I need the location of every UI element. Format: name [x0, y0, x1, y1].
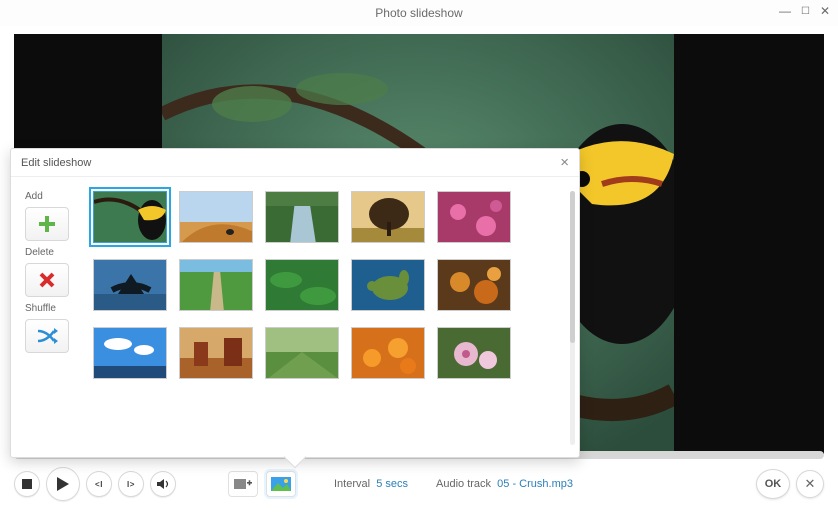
thumbnail-image: [94, 192, 167, 243]
thumbnail-grid: [93, 191, 575, 379]
add-media-button[interactable]: [228, 471, 258, 497]
next-button[interactable]: I>: [118, 471, 144, 497]
maximize-button[interactable]: ☐: [801, 5, 810, 19]
cancel-button[interactable]: ✕: [796, 470, 824, 498]
thumbnail-grid-wrap: [89, 177, 579, 457]
popover-header: Edit slideshow ×: [11, 149, 579, 177]
add-media-icon: [234, 477, 252, 491]
audio-label: Audio track: [436, 478, 491, 490]
interval-info: Interval 5 secs: [334, 478, 408, 490]
stop-button[interactable]: [14, 471, 40, 497]
delete-button[interactable]: [25, 263, 69, 297]
popover-title: Edit slideshow: [21, 157, 91, 169]
window-controls: — ☐ ✕: [779, 4, 830, 18]
thumbnail-green-path[interactable]: [179, 259, 253, 311]
thumbnail-forest-stream[interactable]: [265, 191, 339, 243]
thumbnail-image: [180, 328, 253, 379]
popover-sidebar: Add Delete Shuffle: [11, 177, 89, 457]
bottom-bar: <I I> Interval 5 secs Audio track 05 - C…: [14, 463, 824, 505]
minimize-button[interactable]: —: [779, 4, 791, 18]
thumbnail-lone-tree[interactable]: [351, 191, 425, 243]
thumbnail-image: [180, 192, 253, 243]
thumbnail-sea-turtle[interactable]: [351, 259, 425, 311]
prev-icon: <I: [95, 480, 103, 489]
popover-body: Add Delete Shuffle: [11, 177, 579, 457]
thumbnail-jungle-leaves[interactable]: [265, 259, 339, 311]
thumbnail-monument-valley[interactable]: [179, 327, 253, 379]
thumbnail-scrollbar[interactable]: [570, 191, 575, 445]
thumbnail-image: [352, 192, 425, 243]
volume-icon: [157, 479, 169, 489]
thumbnail-whale-tail[interactable]: [93, 259, 167, 311]
plus-icon: [38, 215, 56, 233]
edit-slideshow-popover: Edit slideshow × Add Delete Shuffle: [10, 148, 580, 458]
stop-icon: [22, 479, 32, 489]
thumbnail-image: [438, 328, 511, 379]
thumbnail-blossom-closeup[interactable]: [437, 327, 511, 379]
thumbnail-image: [266, 328, 339, 379]
thumbnail-green-field[interactable]: [265, 327, 339, 379]
photo-icon: [271, 477, 291, 491]
thumbnail-image: [438, 192, 511, 243]
edit-slideshow-button[interactable]: [266, 471, 296, 497]
audio-value[interactable]: 05 - Crush.mp3: [497, 478, 573, 490]
thumbnail-image: [352, 328, 425, 379]
popover-close-button[interactable]: ×: [560, 156, 569, 170]
thumbnail-desert-dune[interactable]: [179, 191, 253, 243]
thumbnail-image: [266, 260, 339, 311]
window-title: Photo slideshow: [375, 6, 462, 20]
interval-label: Interval: [334, 478, 370, 490]
thumbnail-autumn-leaves[interactable]: [437, 259, 511, 311]
scrollbar-handle[interactable]: [570, 191, 575, 343]
add-label: Add: [25, 191, 79, 202]
thumbnail-blue-sky[interactable]: [93, 327, 167, 379]
next-icon: I>: [127, 480, 135, 489]
thumbnail-pink-flowers[interactable]: [437, 191, 511, 243]
delete-label: Delete: [25, 247, 79, 258]
delete-icon: [39, 272, 55, 288]
play-button[interactable]: [46, 467, 80, 501]
close-window-button[interactable]: ✕: [820, 4, 830, 18]
titlebar: Photo slideshow — ☐ ✕: [0, 0, 838, 26]
prev-button[interactable]: <I: [86, 471, 112, 497]
volume-button[interactable]: [150, 471, 176, 497]
thumbnail-image: [180, 260, 253, 311]
thumbnail-orange-flowers[interactable]: [351, 327, 425, 379]
play-icon: [57, 477, 69, 491]
thumbnail-image: [266, 192, 339, 243]
thumbnail-image: [94, 260, 167, 311]
ok-button[interactable]: OK: [756, 469, 790, 499]
thumbnail-tropical-bird[interactable]: [93, 191, 167, 243]
shuffle-icon: [36, 327, 58, 345]
interval-value[interactable]: 5 secs: [376, 478, 408, 490]
thumbnail-image: [352, 260, 425, 311]
shuffle-button[interactable]: [25, 319, 69, 353]
add-button[interactable]: [25, 207, 69, 241]
thumbnail-image: [438, 260, 511, 311]
audio-info: Audio track 05 - Crush.mp3: [436, 478, 573, 490]
thumbnail-image: [94, 328, 167, 379]
shuffle-label: Shuffle: [25, 303, 79, 314]
